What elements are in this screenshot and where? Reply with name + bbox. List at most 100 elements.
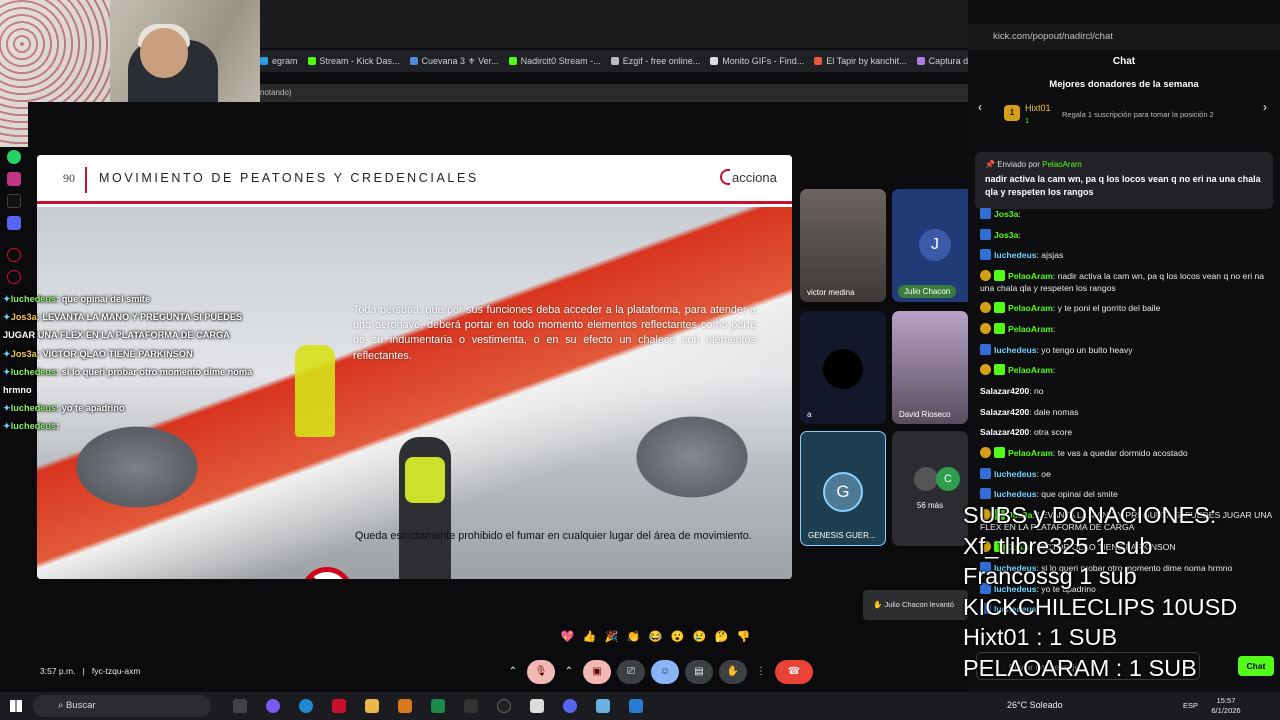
chat-text: dale nomas [1034, 406, 1079, 417]
bookmark-item[interactable]: Captura de [916, 56, 968, 66]
chat-username[interactable]: Jos3a [994, 209, 1018, 219]
search-icon: ⌕ [58, 700, 66, 711]
windows-start-icon[interactable] [10, 700, 22, 712]
chat-username[interactable]: luchedeus [994, 250, 1037, 260]
avatar [823, 349, 863, 389]
bookmark-favicon-icon [710, 57, 719, 65]
reaction-emoji[interactable]: 😢 [692, 630, 707, 643]
file-explorer-icon[interactable] [365, 699, 379, 713]
reaction-emoji[interactable]: 💖 [560, 630, 575, 643]
obs-icon[interactable] [497, 699, 511, 713]
bookmark-item[interactable]: Nadircit0 Stream -... [508, 56, 601, 66]
taskbar-search[interactable]: ⌕ Buscar [33, 695, 211, 717]
language-indicator[interactable]: ESP [1183, 701, 1198, 710]
chat-message: luchedeus: ajsjas [980, 245, 1276, 266]
calendar-icon[interactable] [530, 699, 544, 713]
chat-username[interactable]: luchedeus [994, 489, 1037, 499]
participant-tile-victor[interactable]: victor medina [800, 189, 886, 302]
subs-donations-overlay: SUBS y DONACIONES: Xf_tlibre325 1 sub Fran… [963, 500, 1280, 683]
task-view-icon[interactable] [233, 699, 247, 713]
raise-hand-icon[interactable]: ✋ [719, 660, 747, 684]
camera-options-icon[interactable]: ⌃ [561, 660, 577, 684]
taskbar-clock[interactable]: 15:57 6/1/2026 [1204, 696, 1248, 716]
app-icon-3[interactable] [629, 699, 643, 713]
more-icon[interactable]: ⋮ [753, 660, 769, 684]
pinned-user[interactable]: PelaoAram [1042, 160, 1082, 169]
participant-name: GENESIS GUER... [808, 531, 876, 540]
badge-icon: ✦ [3, 366, 11, 377]
app-icon-2[interactable] [596, 699, 610, 713]
camera-off-icon[interactable]: ▣ [583, 660, 611, 684]
epic-games-icon[interactable] [464, 699, 478, 713]
chat-username[interactable]: Salazar4200 [980, 427, 1029, 437]
bookmark-item[interactable]: Monito GIFs - Find... [710, 56, 804, 66]
discord-taskbar-icon[interactable] [563, 699, 577, 713]
donors-prev-icon[interactable]: ‹ [978, 100, 982, 114]
chat-username[interactable]: PelaoAram [1008, 271, 1053, 281]
gift-sub-cta[interactable]: Regala 1 suscripción para tomar la posic… [1062, 110, 1214, 119]
top-donor-badge-icon [980, 322, 991, 334]
hand-icon: ✋ [873, 600, 885, 609]
reaction-emoji[interactable]: 😮 [670, 630, 685, 643]
chat-username[interactable]: PelaoAram [1008, 303, 1053, 313]
badge-icon: ✦ [3, 403, 11, 414]
chat-username[interactable]: luchedeus [994, 345, 1037, 355]
bookmark-label: Captura de [928, 56, 968, 66]
bookmark-item[interactable]: egram [260, 56, 298, 66]
reaction-emoji[interactable]: 👏 [626, 630, 641, 643]
pinned-label: Enviado por [997, 160, 1040, 169]
overlay-chat-line: ✦Jos3a: VICTOR QLAO TIENE PARKINSON [3, 345, 273, 363]
mic-off-icon[interactable]: 🎙 [527, 660, 555, 684]
app-icon[interactable] [398, 699, 412, 713]
reaction-emoji[interactable]: 🤔 [714, 630, 729, 643]
avatar [914, 467, 938, 491]
leave-call-icon[interactable]: ☎ [775, 660, 813, 684]
donors-next-icon[interactable]: › [1263, 100, 1267, 114]
chat-text: otra score [1034, 427, 1073, 438]
reaction-emoji[interactable]: 😂 [648, 630, 663, 643]
emoji-icon[interactable]: ☺ [651, 660, 679, 684]
reaction-emoji[interactable]: 👍 [582, 630, 597, 643]
edge-icon[interactable] [299, 699, 313, 713]
participant-tile-david[interactable]: David Rioseco [892, 311, 968, 424]
weather-widget[interactable]: 26°C Soleado [1007, 700, 1063, 710]
donor-name[interactable]: Hixt01 [1025, 103, 1051, 113]
copilot-icon[interactable] [266, 699, 280, 713]
chat-username[interactable]: luchedeus [994, 469, 1037, 479]
participant-tile-a[interactable]: a [800, 311, 886, 424]
reaction-emoji[interactable]: 👎 [736, 630, 751, 643]
chat-username[interactable]: Salazar4200 [980, 407, 1029, 417]
excel-icon[interactable] [431, 699, 445, 713]
chat-username[interactable]: PelaoAram [1008, 448, 1053, 458]
badge-icon: ✦ [3, 312, 11, 323]
chat-text: oe [1041, 468, 1051, 479]
chat-username[interactable]: Salazar4200 [980, 386, 1029, 396]
instagram-icon[interactable] [7, 172, 21, 186]
participant-tile-more[interactable]: C 56 más [892, 431, 968, 546]
bookmark-item[interactable]: Cuevana 3 ⚜ Ver... [409, 56, 499, 67]
opera-icon[interactable] [332, 699, 346, 713]
bookmark-item[interactable]: El Tapir by kanchit... [814, 56, 907, 66]
participant-tile-julio[interactable]: J Julio Chacon [892, 189, 978, 302]
present-icon[interactable]: ⎚ [617, 660, 645, 684]
chat-message: PelaoAram: te vas a quedar dormido acost… [980, 443, 1276, 464]
history-icon[interactable] [7, 270, 21, 284]
bookmark-item[interactable]: Stream - Kick Das... [307, 56, 400, 66]
chat-url-bar[interactable]: kick.com/popout/nadircl/chat [968, 24, 1280, 50]
discord-icon[interactable] [7, 216, 21, 230]
reaction-emoji[interactable]: 🎉 [604, 630, 619, 643]
tiktok-icon[interactable] [7, 194, 21, 208]
acciona-logo: acciona [720, 169, 777, 185]
chat-username[interactable]: PelaoAram [1008, 324, 1053, 334]
participant-tile-genesis[interactable]: G GENESIS GUER... [800, 431, 886, 546]
record-icon[interactable] [7, 248, 21, 262]
captions-icon[interactable]: ▤ [685, 660, 713, 684]
chat-username[interactable]: Jos3a [994, 230, 1018, 240]
chat-username[interactable]: PelaoAram [1008, 365, 1053, 375]
overlay-username: Jos3a [10, 348, 37, 359]
whatsapp-icon[interactable] [7, 150, 21, 164]
bookmark-item[interactable]: Ezgif - free online... [610, 56, 700, 66]
mic-options-icon[interactable]: ⌃ [505, 660, 521, 684]
badge-icon: ✦ [3, 348, 11, 359]
overlay-chat-line: ✦luchedeus: yo te apadrino [3, 399, 273, 417]
